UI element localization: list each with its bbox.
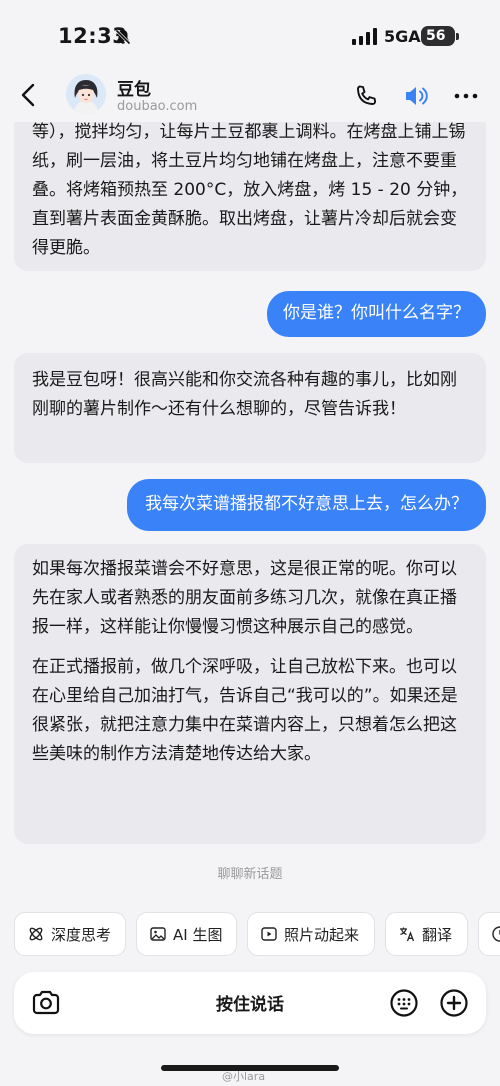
translate-icon bbox=[400, 927, 415, 942]
more-icon[interactable] bbox=[452, 82, 480, 110]
plus-icon[interactable] bbox=[438, 987, 470, 1019]
atom-icon bbox=[29, 927, 43, 941]
speaker-icon[interactable] bbox=[402, 82, 430, 110]
user-message: 你是谁？你叫什么名字？ bbox=[267, 291, 486, 337]
keyboard-icon[interactable] bbox=[388, 987, 420, 1019]
input-bar: 按住说话 bbox=[14, 972, 486, 1034]
clock-icon bbox=[492, 926, 500, 942]
chat-scroll-area[interactable]: 等），搅拌均匀，让每片土豆都裹上调料。在烤盘上铺上锡纸，刷一层油，将土豆片均匀地… bbox=[0, 122, 500, 862]
message-text: 等），搅拌均匀，让每片土豆都裹上调料。在烤盘上铺上锡纸，刷一层油，将土豆片均匀地… bbox=[32, 122, 468, 258]
chip-ai-image[interactable]: AI 生图 bbox=[136, 912, 237, 956]
bell-mute-icon bbox=[115, 29, 131, 45]
image-icon bbox=[150, 927, 166, 941]
battery-indicator: 56 bbox=[421, 26, 459, 46]
play-icon bbox=[261, 927, 277, 941]
chip-animate-photo[interactable]: 照片动起来 bbox=[247, 912, 375, 956]
quick-actions: 深度思考 AI 生图 照片动起来 翻译 bbox=[14, 912, 500, 960]
chip-label: 翻译 bbox=[422, 925, 453, 944]
network-type: 5GA bbox=[384, 27, 421, 46]
back-icon[interactable] bbox=[16, 82, 42, 108]
message-text: 我是豆包呀！很高兴能和你交流各种有趣的事儿，比如刚刚聊的薯片制作～还有什么想聊的… bbox=[32, 370, 457, 419]
message-paragraph: 在正式播报前，做几个深呼吸，让自己放松下来。也可以在心里给自己加油打气，告诉自己… bbox=[32, 657, 458, 764]
status-bar: 12:33 5GA 56 bbox=[0, 0, 500, 70]
chat-title: 豆包 bbox=[117, 80, 151, 100]
message-paragraph: 如果每次播报菜谱会不好意思，这是很正常的呢。你可以先在家人或者熟悉的朋友面前多练… bbox=[32, 559, 457, 637]
avatar[interactable] bbox=[66, 74, 106, 114]
phone-icon[interactable] bbox=[352, 82, 380, 110]
watermark: @小lara bbox=[222, 1070, 266, 1083]
avatar-character-icon bbox=[66, 74, 106, 114]
chat-header: 豆包 doubao.com bbox=[0, 70, 500, 122]
signal-icon bbox=[352, 28, 377, 45]
bot-message: 如果每次播报菜谱会不好意思，这是很正常的呢。你可以先在家人或者熟悉的朋友面前多练… bbox=[14, 544, 486, 844]
chip-more[interactable] bbox=[478, 912, 500, 956]
chip-label: 深度思考 bbox=[51, 925, 112, 944]
chat-subtitle: doubao.com bbox=[117, 99, 198, 114]
chip-translate[interactable]: 翻译 bbox=[385, 912, 468, 956]
message-text: 你是谁？你叫什么名字？ bbox=[283, 303, 470, 323]
user-message: 我每次菜谱播报都不好意思上去，怎么办？ bbox=[127, 479, 486, 531]
chip-deep-think[interactable]: 深度思考 bbox=[14, 912, 126, 956]
new-topic-link[interactable]: 聊聊新话题 bbox=[0, 863, 500, 882]
bot-message: 我是豆包呀！很高兴能和你交流各种有趣的事儿，比如刚刚聊的薯片制作～还有什么想聊的… bbox=[14, 353, 486, 463]
chip-label: 照片动起来 bbox=[284, 925, 360, 944]
chip-label: AI 生图 bbox=[173, 925, 223, 944]
bot-message: 等），搅拌均匀，让每片土豆都裹上调料。在烤盘上铺上锡纸，刷一层油，将土豆片均匀地… bbox=[14, 122, 486, 271]
message-text: 我每次菜谱播报都不好意思上去，怎么办？ bbox=[145, 494, 468, 514]
